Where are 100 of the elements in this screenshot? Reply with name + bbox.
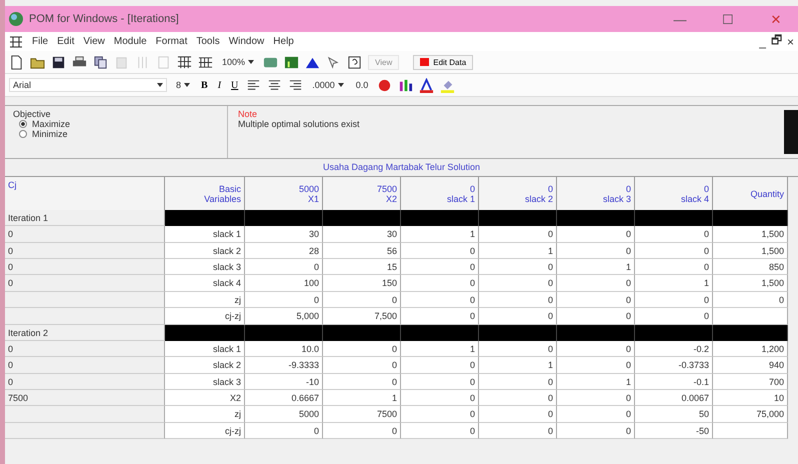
font-size-dropdown[interactable]: 8 <box>173 80 194 90</box>
table-cell: 0 <box>245 292 323 308</box>
column-header: 0 slack 1 <box>401 177 479 211</box>
table-cell: 0 <box>557 242 635 259</box>
table-cell: zj <box>165 406 245 423</box>
radio-icon[interactable] <box>19 130 27 138</box>
table-cell: 0 <box>479 275 557 292</box>
table-cell: 1 <box>635 275 713 292</box>
grid-icon[interactable] <box>177 54 192 70</box>
menu-item[interactable]: Module <box>114 36 147 47</box>
table-cell: 0 <box>401 292 479 308</box>
copy-icon[interactable] <box>93 54 108 70</box>
bold-button[interactable]: B <box>199 80 210 90</box>
edit-icon <box>420 58 430 66</box>
font-color-icon[interactable] <box>419 78 434 92</box>
menu-item[interactable]: View <box>83 36 105 47</box>
new-document-icon[interactable] <box>9 54 24 70</box>
align-left-icon[interactable] <box>246 78 262 92</box>
child-window-control[interactable]: 🗗 <box>770 31 782 52</box>
objective-label: Objective <box>13 109 52 119</box>
table-cell: 28 <box>245 242 323 259</box>
align-center-icon[interactable] <box>267 78 282 92</box>
align-right-icon[interactable] <box>288 78 304 92</box>
fixed-format-button[interactable]: 0.0 <box>352 80 372 90</box>
menu-item[interactable]: Window <box>228 36 264 47</box>
document-grid-icon[interactable] <box>9 36 23 48</box>
caret-icon[interactable] <box>157 83 163 87</box>
table-cell: 0 <box>401 242 479 259</box>
edit-data-button[interactable]: Edit Data <box>413 54 474 70</box>
table-cell: 850 <box>713 258 788 276</box>
cj-cell: 0 <box>5 258 165 276</box>
window-control-button[interactable]: — <box>658 10 702 28</box>
radio-icon[interactable] <box>19 120 27 128</box>
app-logo-icon <box>7 11 25 27</box>
table-cell: -9.3333 <box>245 357 323 374</box>
table-cell: 0 <box>323 340 401 358</box>
italic-button[interactable]: I <box>216 80 224 90</box>
table-cell: 7500 <box>323 406 401 423</box>
menu-item[interactable]: File <box>32 36 48 47</box>
table-cell: 5,000 <box>245 308 323 325</box>
menu-item[interactable]: Format <box>156 36 188 47</box>
table-cell: 0 <box>557 275 635 292</box>
circle-icon[interactable] <box>377 78 392 92</box>
table-cell: 30 <box>245 226 323 243</box>
menu-item[interactable]: Help <box>273 36 294 47</box>
table-cell: 10 <box>713 390 788 406</box>
decimals-dropdown[interactable]: .0000 <box>309 80 347 90</box>
table-cell: 0 <box>245 422 323 440</box>
table-cell: 0.6667 <box>245 390 323 406</box>
radio-option[interactable]: Minimize <box>13 129 219 139</box>
column-header: Basic Variables <box>165 177 245 211</box>
column-header: 0 slack 3 <box>557 177 635 211</box>
grid-icon[interactable] <box>198 54 213 70</box>
cj-cell: 0 <box>5 340 165 358</box>
table-cell: 0 <box>557 308 635 325</box>
table-cell: 5000 <box>245 406 323 423</box>
table-cell: slack 1 <box>165 340 245 358</box>
child-window-control[interactable]: × <box>786 34 794 48</box>
cj-cell: 7500 <box>5 390 165 406</box>
table-cell: 50 <box>635 406 713 423</box>
column-header: Cj <box>5 177 165 211</box>
bars-icon[interactable] <box>398 78 414 92</box>
window-control-button[interactable]: ☐ <box>706 10 750 28</box>
column-header: Quantity <box>713 177 788 211</box>
table-cell: 0 <box>479 422 557 440</box>
caret-icon[interactable] <box>184 83 190 87</box>
radio-option[interactable]: Maximize <box>13 119 219 129</box>
font-dropdown[interactable]: Arial <box>9 78 167 92</box>
zoom-dropdown[interactable]: 100% <box>219 57 258 67</box>
table-cell: 0.0067 <box>635 390 713 406</box>
table-cell: 1 <box>479 357 557 374</box>
table-cell: 0 <box>557 340 635 358</box>
underline-button[interactable]: U <box>229 80 240 90</box>
table-cell: -0.1 <box>635 374 713 390</box>
caret-icon[interactable] <box>248 60 254 64</box>
menu-item[interactable]: Edit <box>57 36 74 47</box>
menu-item[interactable]: Tools <box>196 36 220 47</box>
note-text: Multiple optimal solutions exist <box>238 119 361 129</box>
note-label: Note <box>238 109 258 119</box>
column-header: 0 slack 4 <box>635 177 713 211</box>
table-cell: 0 <box>479 374 557 390</box>
table-cell: 1 <box>401 340 479 358</box>
table-cell: 7,500 <box>323 308 401 325</box>
table-cell: slack 3 <box>165 374 245 390</box>
table-cell: 150 <box>323 275 401 292</box>
table-cell: 15 <box>323 258 401 276</box>
table-cell: slack 3 <box>165 258 245 276</box>
table-cell: 1,500 <box>713 226 788 243</box>
help-icon[interactable] <box>347 54 362 70</box>
caret-icon[interactable] <box>338 83 344 87</box>
table-cell: 0 <box>635 258 713 276</box>
table-cell: 0 <box>479 258 557 276</box>
table-cell: slack 2 <box>165 242 245 259</box>
cj-cell: 0 <box>5 242 165 259</box>
table-cell: 0 <box>479 390 557 406</box>
chart-icon[interactable] <box>284 54 300 70</box>
printer-icon[interactable] <box>72 54 87 70</box>
child-window-control[interactable]: _ <box>759 34 766 48</box>
table-cell: 1,500 <box>713 242 788 259</box>
table-cell: 1 <box>557 374 635 390</box>
